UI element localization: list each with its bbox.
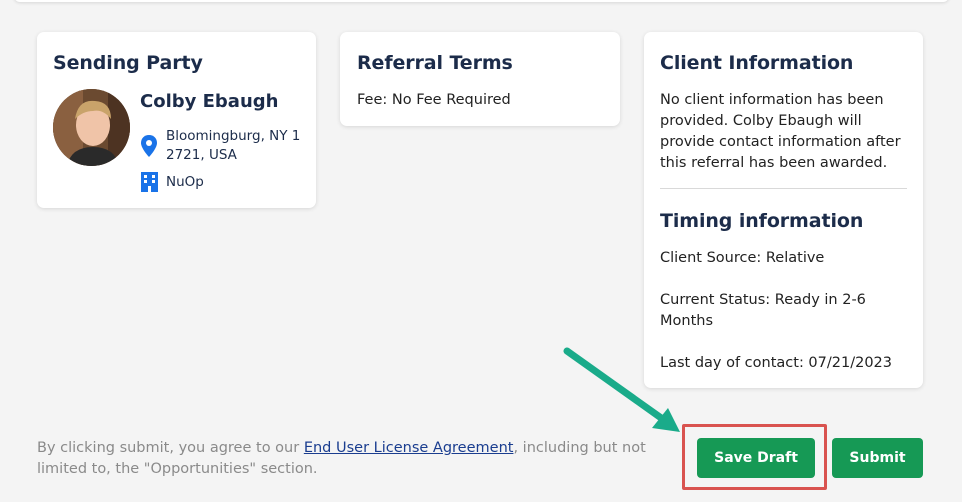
last-contact-date: Last day of contact: 07/21/2023 [660,355,893,371]
previous-section-card [14,0,949,2]
client-source: Client Source: Relative [660,250,825,266]
referral-fee: Fee: No Fee Required [357,92,511,108]
referral-terms-title: Referral Terms [357,52,513,74]
sender-name: Colby Ebaugh [140,91,279,112]
annotation-arrow-icon [563,347,680,432]
map-pin-icon [141,135,157,157]
referral-terms-card: Referral Terms Fee: No Fee Required [340,32,620,126]
divider [660,188,907,189]
client-information-text: No client information has been provided.… [660,92,901,171]
building-icon [141,172,158,192]
client-information-card: Client Information No client information… [644,32,923,388]
sender-organization: NuOp [166,174,204,190]
sending-party-card: Sending Party Colby Ebaugh Bloomingburg,… [37,32,316,208]
eula-link[interactable]: End User License Agreement [304,440,514,456]
avatar [53,89,130,166]
agreement-notice: By clicking submit, you agree to our End… [37,438,657,480]
save-draft-button[interactable]: Save Draft [697,438,815,478]
submit-button[interactable]: Submit [832,438,923,478]
current-status: Current Status: Ready in 2-6 Months [660,292,866,329]
sender-location: Bloomingburg, NY 12721, USA [166,128,301,163]
sending-party-title: Sending Party [53,52,203,74]
client-information-title: Client Information [660,52,854,74]
timing-information-title: Timing information [660,210,864,232]
agreement-text-start: By clicking submit, you agree to our [37,440,304,456]
